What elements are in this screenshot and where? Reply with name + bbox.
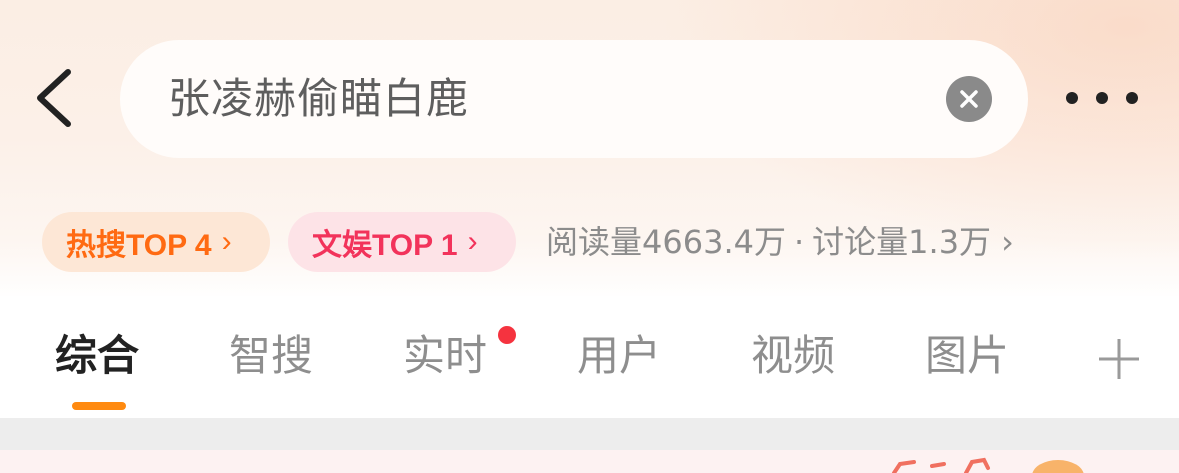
add-tab-button[interactable] xyxy=(1096,336,1142,382)
tab-bar: 综合 智搜 实时 用户 视频 图片 xyxy=(0,296,1179,418)
tab-videos[interactable]: 视频 xyxy=(751,326,835,386)
section-divider xyxy=(0,418,1179,450)
tab-smart-search[interactable]: 智搜 xyxy=(229,326,313,386)
topic-stats[interactable]: 阅读量4663.4万 · 讨论量1.3万 › xyxy=(546,212,1014,272)
chevron-right-icon: › xyxy=(221,225,232,258)
search-input[interactable]: 张凌赫偷瞄白鹿 xyxy=(120,40,1028,158)
chevron-left-icon xyxy=(37,69,71,127)
hot-search-rank-label: 热搜TOP 4 xyxy=(66,229,212,262)
tab-images[interactable]: 图片 xyxy=(925,326,1009,386)
tab-users[interactable]: 用户 xyxy=(577,326,661,386)
chevron-right-icon: › xyxy=(1001,223,1014,261)
back-button[interactable] xyxy=(28,62,84,134)
plus-icon xyxy=(1099,339,1139,379)
more-dots-icon xyxy=(1066,92,1078,104)
entertainment-rank-label: 文娱TOP 1 xyxy=(312,229,458,262)
tab-comprehensive[interactable]: 综合 xyxy=(55,326,139,386)
more-options-button[interactable] xyxy=(1066,80,1138,116)
search-query-text: 张凌赫偷瞄白鹿 xyxy=(168,74,470,123)
tab-realtime[interactable]: 实时 xyxy=(403,326,487,386)
entertainment-rank-badge[interactable]: 文娱TOP 1 › xyxy=(288,212,516,272)
clear-search-button[interactable] xyxy=(946,76,992,122)
stats-separator: · xyxy=(793,223,805,261)
notification-dot xyxy=(498,326,516,344)
card-decoration xyxy=(880,456,1179,473)
read-count: 阅读量4663.4万 xyxy=(546,223,786,261)
active-tab-indicator xyxy=(72,402,126,410)
chevron-right-icon: › xyxy=(467,225,478,258)
close-icon xyxy=(960,90,978,108)
discussion-count: 讨论量1.3万 xyxy=(812,223,992,261)
hot-search-rank-badge[interactable]: 热搜TOP 4 › xyxy=(42,212,270,272)
